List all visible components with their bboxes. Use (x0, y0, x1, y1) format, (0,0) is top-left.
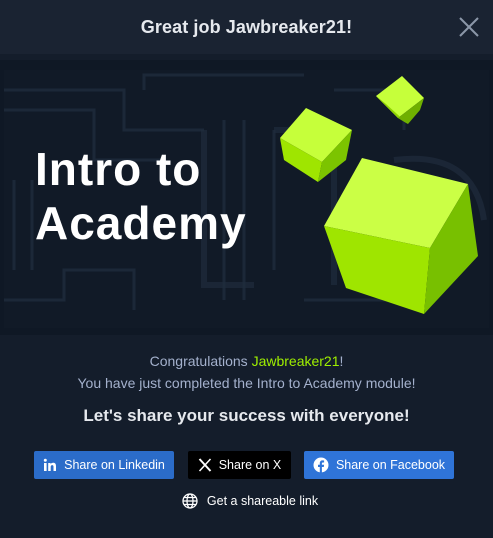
share-heading: Let's share your success with everyone! (83, 406, 410, 425)
globe-icon (182, 493, 198, 509)
large-cube (324, 158, 478, 314)
close-icon (459, 17, 479, 37)
cubes-illustration (280, 76, 478, 314)
congrats-line: Congratulations Jawbreaker21! (0, 350, 493, 372)
share-linkedin-button[interactable]: Share on Linkedin (34, 451, 174, 479)
x-label: Share on X (218, 458, 282, 472)
congrats-prefix: Congratulations (149, 353, 252, 369)
medium-cube (280, 108, 352, 182)
share-facebook-button[interactable]: Share on Facebook (304, 451, 454, 479)
close-button[interactable] (457, 15, 481, 39)
completion-text: You have just completed the Intro to Aca… (77, 375, 416, 391)
username: Jawbreaker21 (251, 353, 340, 369)
modal-header: Great job Jawbreaker21! (0, 0, 493, 54)
linkedin-icon (43, 458, 57, 472)
achievement-modal: Great job Jawbreaker21! Intro to Academy… (0, 0, 493, 538)
shareable-link-label: Get a shareable link (206, 494, 319, 508)
linkedin-label: Share on Linkedin (64, 458, 165, 472)
share-x-button[interactable]: Share on X (188, 451, 291, 479)
congratulations-message: Congratulations Jawbreaker21! You have j… (0, 350, 493, 394)
facebook-icon (313, 457, 329, 473)
shareable-link-button[interactable]: Get a shareable link (170, 488, 330, 514)
x-icon (198, 458, 212, 472)
facebook-label: Share on Facebook (335, 458, 446, 472)
modal-title: Great job Jawbreaker21! (140, 16, 353, 37)
small-cube (376, 76, 424, 124)
module-banner: Intro to Academy (0, 60, 493, 335)
congrats-suffix: ! (339, 353, 344, 369)
